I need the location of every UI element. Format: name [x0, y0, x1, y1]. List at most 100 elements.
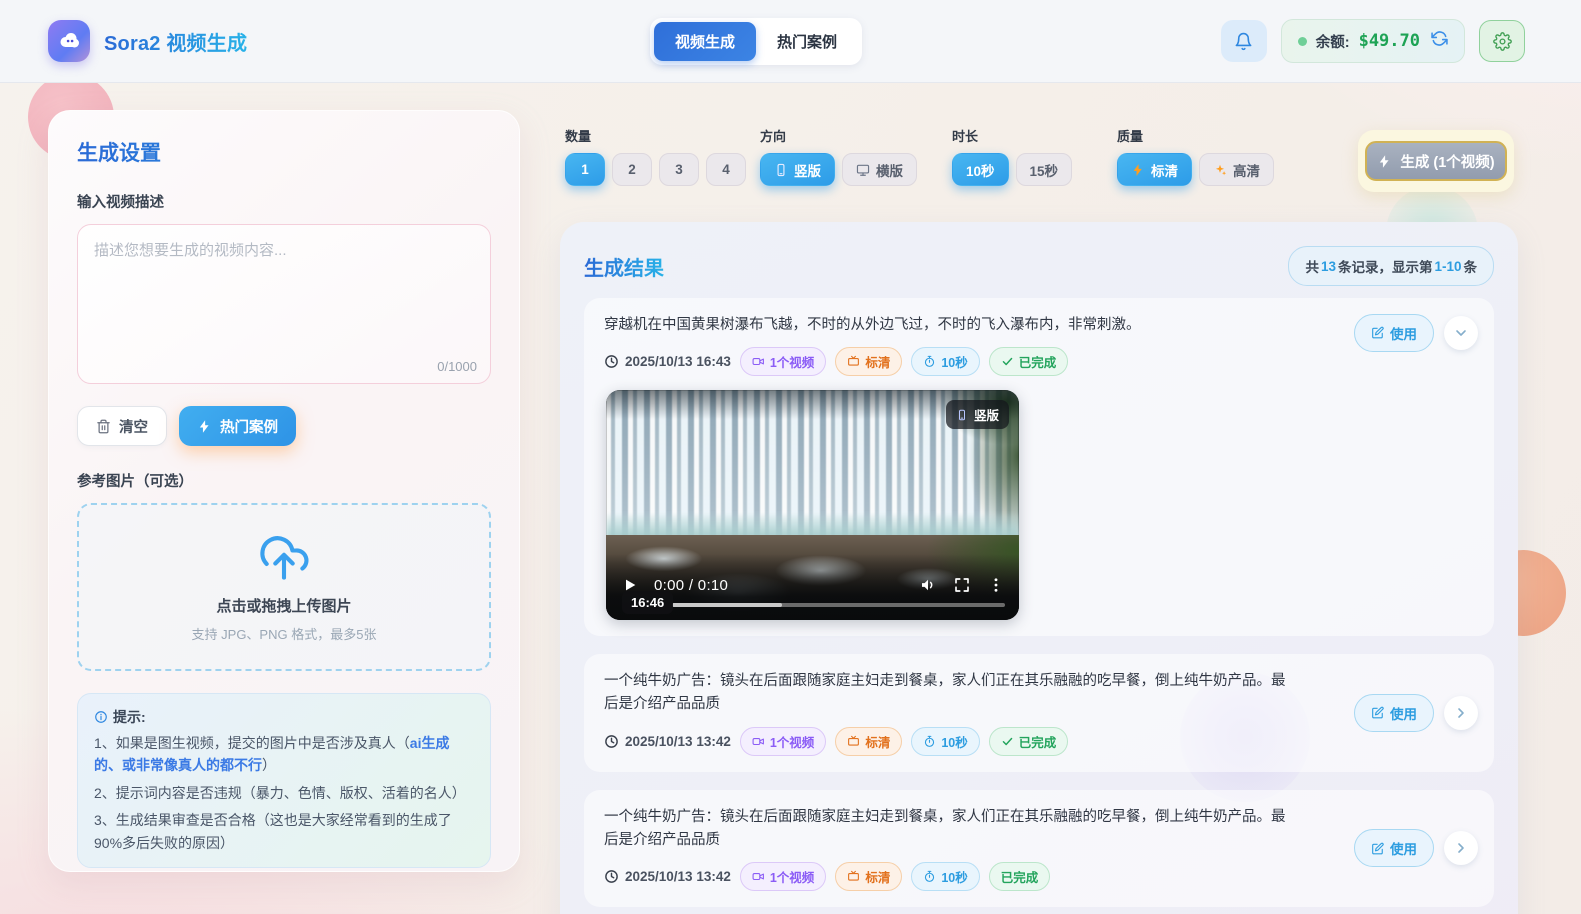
- tab-hot-cases[interactable]: 热门案例: [756, 22, 858, 61]
- result-item: 穿越机在中国黄果树瀑布飞越，不时的从外边飞过，不时的飞入瀑布内，非常刺激。 202…: [584, 298, 1494, 637]
- hot-cases-button[interactable]: 热门案例: [179, 406, 296, 446]
- orientation-badge: 竖版: [945, 400, 1009, 430]
- result-prompt: 穿越机在中国黄果树瀑布飞越，不时的从外边飞过，不时的飞入瀑布内，非常刺激。: [604, 317, 1141, 333]
- status-badge: 1个视频: [739, 347, 827, 377]
- phone-icon: [774, 163, 788, 177]
- use-button[interactable]: 使用: [1353, 314, 1434, 352]
- tip-line: 2、提示词内容是否违规（暴力、色情、版权、活着的名人）: [94, 782, 474, 804]
- generate-button-label: 生成 (1个视频): [1400, 154, 1495, 171]
- tip-text: 1、如果是图生视频，提交的图片中是否涉及真人（: [94, 735, 410, 751]
- orientation-options: 竖版 横版: [760, 153, 917, 186]
- badge-label: 标清: [865, 735, 891, 750]
- tip-text: 2、提示词内容是否违规（暴力、色情、版权、活着的名人）: [94, 784, 466, 801]
- refresh-balance-button[interactable]: [1431, 30, 1448, 52]
- tip-line: 3、生成结果审查是否合格（这也是大家经常看到的生成了90%多后失败的原因）: [94, 809, 474, 854]
- main-tabs: 视频生成 热门案例: [650, 18, 863, 65]
- app-title: Sora2 视频生成: [104, 27, 247, 56]
- use-button[interactable]: 使用: [1353, 693, 1434, 732]
- orientation-label: 方向: [760, 129, 787, 144]
- generation-settings-panel: 生成设置 输入视频描述 0/1000 清空 热门案例 参考图片（可选） 点击或拖…: [48, 110, 520, 872]
- clock-icon: [604, 869, 619, 884]
- duration-option-label: 15秒: [1029, 163, 1059, 179]
- orientation-option-label: 竖版: [794, 163, 821, 179]
- badge-label: 已完成: [1018, 735, 1057, 750]
- balance-value: $49.70: [1358, 31, 1420, 51]
- tv-icon: [847, 735, 860, 748]
- video-controls-row: 0:00 / 0:10: [622, 576, 1005, 594]
- quantity-options: 1 2 3 4: [565, 153, 746, 186]
- orientation-option-group: 方向 竖版 横版: [760, 126, 917, 186]
- check-icon: [1001, 355, 1014, 368]
- quality-option-label: 高清: [1233, 163, 1260, 179]
- status-badge: 1个视频: [739, 861, 827, 891]
- records-count: 13: [1320, 258, 1336, 274]
- quantity-option-2[interactable]: 2: [612, 153, 652, 186]
- status-badge: 10秒: [911, 347, 980, 377]
- duration-option-2[interactable]: 15秒: [1015, 153, 1073, 186]
- clear-button-label: 清空: [119, 419, 148, 436]
- seek-timestamp-tooltip: 16:46: [622, 591, 674, 615]
- result-actions: 使用: [1353, 314, 1478, 352]
- status-badge: 标清: [835, 726, 903, 756]
- expand-chevron-button[interactable]: [1444, 831, 1478, 866]
- balance-label: 余额:: [1315, 34, 1350, 51]
- tab-video-generation[interactable]: 视频生成: [654, 22, 757, 61]
- quantity-option-1[interactable]: 1: [565, 153, 605, 186]
- status-badge: 1个视频: [739, 726, 827, 756]
- timestamp-text: 2025/10/13 13:42: [625, 868, 731, 884]
- clear-button[interactable]: 清空: [77, 406, 167, 446]
- video-progress-bar[interactable]: [672, 603, 1005, 608]
- top-header: Sora2 视频生成 视频生成 热门案例 余额: $49.70: [0, 0, 1581, 83]
- result-item: 一个纯牛奶广告：镜头在后面跟随家庭主妇走到餐桌，家人们正在其乐融融的吃早餐，倒上…: [584, 654, 1494, 772]
- records-text: 共: [1305, 260, 1319, 275]
- duration-option-label: 10秒: [966, 163, 995, 179]
- quantity-option-4[interactable]: 4: [706, 153, 746, 186]
- orientation-option-2[interactable]: 横版: [842, 153, 917, 186]
- results-header: 生成结果 共 13 条记录，显示第 1-10 条: [584, 244, 1494, 288]
- expand-chevron-button[interactable]: [1444, 695, 1478, 730]
- tip-text: ）: [262, 757, 276, 774]
- quantity-option-3[interactable]: 3: [659, 153, 699, 186]
- duration-option-1[interactable]: 10秒: [952, 153, 1009, 186]
- records-text: 条记录，显示第: [1337, 260, 1433, 275]
- hot-cases-button-label: 热门案例: [220, 419, 278, 436]
- stopwatch-icon: [923, 870, 936, 883]
- notifications-button[interactable]: [1220, 20, 1267, 62]
- generate-button[interactable]: 生成 (1个视频): [1365, 141, 1507, 181]
- badge-label: 标清: [865, 356, 891, 371]
- duration-label: 时长: [952, 129, 979, 144]
- more-options-button[interactable]: [987, 576, 1005, 594]
- clock-icon: [604, 734, 619, 749]
- volume-button[interactable]: [919, 576, 937, 594]
- settings-button[interactable]: [1479, 20, 1525, 62]
- video-player[interactable]: 竖版 0:00 / 0:10 16:46: [606, 390, 1019, 621]
- status-dot: [1297, 36, 1307, 46]
- badge-label: 已完成: [1000, 870, 1039, 885]
- status-badge: 已完成: [988, 347, 1069, 377]
- app-root: Sora2 视频生成 视频生成 热门案例 余额: $49.70 生成设置 输入视频…: [0, 0, 1581, 914]
- tip-text: 3、生成结果审查是否合格（这也是大家经常看到的生成了90%多后失败的原因）: [94, 812, 452, 851]
- duration-options: 10秒 15秒: [952, 153, 1073, 186]
- description-input-wrap: 0/1000: [77, 224, 491, 384]
- fullscreen-button[interactable]: [953, 576, 971, 594]
- char-counter: 0/1000: [437, 359, 477, 374]
- tips-title-label: 提示:: [113, 709, 146, 725]
- use-button[interactable]: 使用: [1353, 829, 1434, 868]
- gear-icon: [1492, 31, 1512, 51]
- quality-label: 质量: [1117, 129, 1144, 144]
- records-summary: 共 13 条记录，显示第 1-10 条: [1288, 246, 1494, 286]
- orientation-option-label: 横版: [876, 163, 903, 179]
- description-input[interactable]: [77, 224, 491, 384]
- image-upload-dropzone[interactable]: 点击或拖拽上传图片 支持 JPG、PNG 格式，最多5张: [77, 503, 491, 671]
- quality-option-2[interactable]: 高清: [1199, 153, 1274, 186]
- result-timestamp: 2025/10/13 16:43: [604, 354, 731, 369]
- settings-buttons-row: 清空 热门案例: [77, 406, 491, 446]
- quantity-option-label: 1: [581, 162, 589, 177]
- quantity-option-label: 3: [675, 162, 683, 177]
- result-actions: 使用: [1353, 829, 1478, 868]
- quality-option-1[interactable]: 标清: [1117, 153, 1192, 186]
- trash-icon: [96, 419, 111, 434]
- orientation-option-1[interactable]: 竖版: [760, 153, 835, 186]
- sparkles-icon: [1213, 163, 1227, 177]
- collapse-chevron-button[interactable]: [1444, 316, 1478, 350]
